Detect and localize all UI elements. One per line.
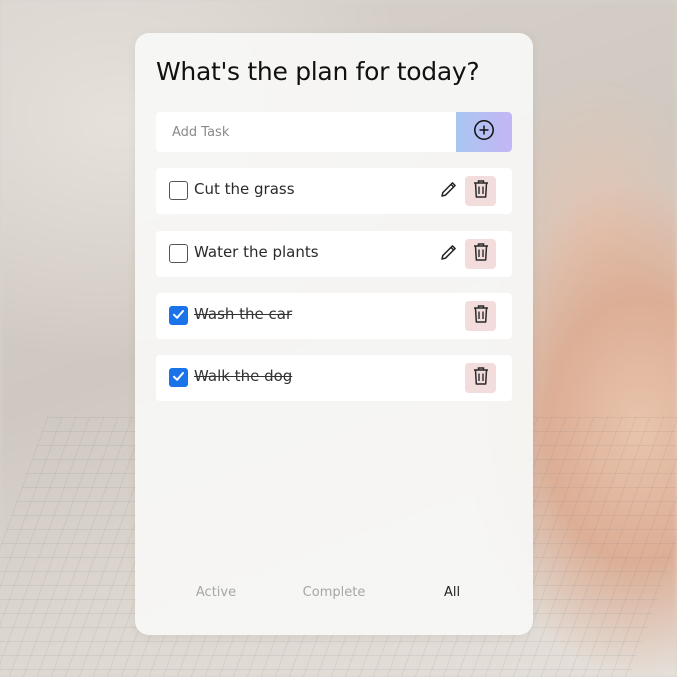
pencil-icon xyxy=(439,242,459,266)
trash-icon xyxy=(472,304,490,328)
edit-button[interactable] xyxy=(438,180,460,202)
plus-circle-icon xyxy=(473,119,495,145)
task-checkbox[interactable] xyxy=(169,181,188,200)
edit-button[interactable] xyxy=(438,243,460,265)
delete-button[interactable] xyxy=(465,239,496,269)
page-title: What's the plan for today? xyxy=(156,57,480,86)
task-label: Walk the dog xyxy=(194,367,293,385)
task-label: Cut the grass xyxy=(194,180,295,198)
delete-button[interactable] xyxy=(465,301,496,331)
task-checkbox[interactable] xyxy=(169,306,188,325)
checkmark-icon xyxy=(172,368,185,387)
filter-bar: Active Complete All xyxy=(135,585,533,605)
task-item: Cut the grass xyxy=(156,168,512,214)
trash-icon xyxy=(472,366,490,390)
trash-icon xyxy=(472,242,490,266)
todo-card: What's the plan for today? Cut the grass xyxy=(135,33,533,635)
checkmark-icon xyxy=(172,306,185,325)
task-label: Water the plants xyxy=(194,243,319,261)
filter-complete[interactable]: Complete xyxy=(303,585,366,600)
task-item: Walk the dog xyxy=(156,355,512,401)
add-task-row xyxy=(156,112,512,152)
add-task-input[interactable] xyxy=(156,112,456,152)
task-item: Water the plants xyxy=(156,231,512,277)
add-task-button[interactable] xyxy=(456,112,512,152)
task-label: Wash the car xyxy=(194,305,293,323)
trash-icon xyxy=(472,179,490,203)
task-item: Wash the car xyxy=(156,293,512,339)
task-checkbox[interactable] xyxy=(169,244,188,263)
delete-button[interactable] xyxy=(465,363,496,393)
filter-active[interactable]: Active xyxy=(196,585,236,600)
pencil-icon xyxy=(439,179,459,203)
delete-button[interactable] xyxy=(465,176,496,206)
filter-all[interactable]: All xyxy=(444,585,460,600)
task-checkbox[interactable] xyxy=(169,368,188,387)
